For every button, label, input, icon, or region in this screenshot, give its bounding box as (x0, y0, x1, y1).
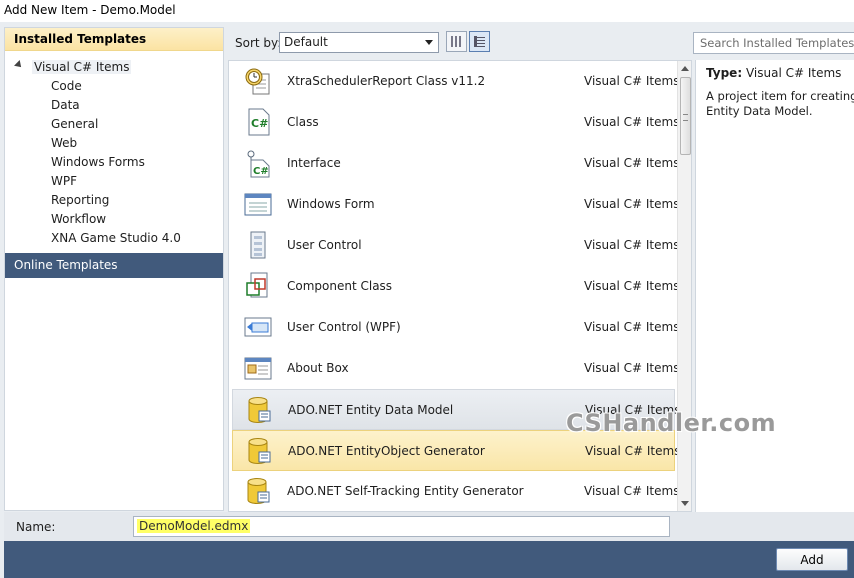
tree-item-windows-forms[interactable]: Windows Forms (51, 155, 145, 169)
tree-item-data[interactable]: Data (51, 98, 80, 112)
expand-arrow-icon[interactable] (14, 60, 24, 70)
csharp-class-icon: C# (248, 108, 270, 136)
database-icon (248, 397, 271, 423)
template-category: Visual C# Items (584, 320, 680, 334)
about-box-icon (244, 357, 272, 380)
sort-by-label: Sort by: (235, 36, 282, 50)
template-category: Visual C# Items (584, 361, 680, 375)
grid-view-icon (451, 36, 462, 47)
template-row-interface[interactable]: C# Interface Visual C# Items (232, 143, 679, 184)
template-row-class[interactable]: C# Class Visual C# Items (232, 102, 679, 143)
tree-item-wpf[interactable]: WPF (51, 174, 77, 188)
user-control-icon (250, 231, 266, 259)
template-row-component-class[interactable]: Component Class Visual C# Items (232, 266, 679, 307)
template-description: A project item for creating a Entity Dat… (706, 89, 854, 119)
template-row-xtrascheduler[interactable]: XtraSchedulerReport Class v11.2 Visual C… (232, 61, 679, 102)
template-row-user-control[interactable]: User Control Visual C# Items (232, 225, 679, 266)
description-line: Entity Data Model. (706, 104, 813, 118)
name-input[interactable]: DemoModel.edmx (133, 516, 670, 537)
tree-item-xna[interactable]: XNA Game Studio 4.0 (51, 231, 181, 245)
template-category: Visual C# Items (584, 484, 680, 498)
template-name: User Control (287, 238, 362, 252)
template-name: Component Class (287, 279, 393, 293)
watermark: CSHandler.com (566, 409, 777, 437)
scroll-down-arrow-icon[interactable] (681, 501, 689, 506)
add-button[interactable]: Add (776, 548, 848, 571)
clock-report-icon (245, 68, 270, 95)
tree-item-workflow[interactable]: Workflow (51, 212, 106, 226)
list-view-icon (474, 36, 485, 47)
name-label: Name: (16, 520, 56, 534)
template-name: Class (287, 115, 319, 129)
search-box[interactable] (693, 32, 854, 54)
database-icon (248, 438, 271, 464)
chevron-down-icon (425, 40, 433, 45)
installed-templates-header[interactable]: Installed Templates (5, 28, 223, 51)
template-type: Type: Visual C# Items (706, 66, 841, 80)
button-bar (4, 541, 854, 578)
tree-item-reporting[interactable]: Reporting (51, 193, 109, 207)
sort-by-value: Default (284, 35, 328, 49)
template-category: Visual C# Items (584, 279, 680, 293)
tree-item-code[interactable]: Code (51, 79, 82, 93)
type-label: Type: (706, 66, 743, 80)
scrollbar-thumb[interactable] (680, 77, 691, 155)
online-templates-header[interactable]: Online Templates (5, 253, 223, 278)
template-category: Visual C# Items (584, 197, 680, 211)
template-row-about-box[interactable]: About Box Visual C# Items (232, 348, 679, 389)
small-icons-view-button[interactable] (446, 31, 467, 52)
template-category: Visual C# Items (584, 115, 680, 129)
database-icon (247, 478, 270, 504)
template-name: User Control (WPF) (287, 320, 401, 334)
name-value: DemoModel.edmx (137, 519, 251, 533)
template-name: ADO.NET Self-Tracking Entity Generator (287, 484, 524, 498)
medium-icons-view-button[interactable] (469, 31, 490, 52)
template-name: ADO.NET EntityObject Generator (288, 444, 485, 458)
scroll-up-arrow-icon[interactable] (681, 66, 689, 71)
title-bar: Add New Item - Demo.Model (0, 0, 854, 22)
csharp-interface-icon: C# (247, 150, 270, 178)
template-category: Visual C# Items (585, 444, 681, 458)
template-name: Interface (287, 156, 341, 170)
template-row-windows-form[interactable]: Windows Form Visual C# Items (232, 184, 679, 225)
tree-item-web[interactable]: Web (51, 136, 77, 150)
template-categories-panel: Installed Templates Visual C# Items Code… (4, 27, 224, 511)
templates-scrollbar[interactable] (677, 61, 691, 511)
template-category: Visual C# Items (584, 74, 680, 88)
template-name: ADO.NET Entity Data Model (288, 403, 454, 417)
template-row-ado-self-tracking[interactable]: ADO.NET Self-Tracking Entity Generator V… (232, 471, 679, 511)
template-category: Visual C# Items (584, 238, 680, 252)
svg-text:C#: C# (251, 117, 268, 130)
component-class-icon (246, 272, 268, 298)
windows-form-icon (244, 193, 272, 216)
templates-list: XtraSchedulerReport Class v11.2 Visual C… (228, 60, 692, 512)
description-line: A project item for creating a (706, 89, 854, 103)
template-row-user-control-wpf[interactable]: User Control (WPF) Visual C# Items (232, 307, 679, 348)
window-title: Add New Item - Demo.Model (4, 3, 176, 17)
search-input[interactable] (694, 33, 854, 53)
template-details-panel: Type: Visual C# Items A project item for… (695, 60, 854, 512)
type-value: Visual C# Items (745, 66, 842, 80)
template-category: Visual C# Items (584, 156, 680, 170)
template-name: Windows Form (287, 197, 375, 211)
svg-text:C#: C# (253, 166, 269, 177)
template-name: XtraSchedulerReport Class v11.2 (287, 74, 486, 88)
template-name: About Box (287, 361, 349, 375)
sort-by-dropdown[interactable]: Default (279, 32, 439, 53)
tree-item-general[interactable]: General (51, 117, 98, 131)
wpf-user-control-icon (244, 317, 272, 337)
